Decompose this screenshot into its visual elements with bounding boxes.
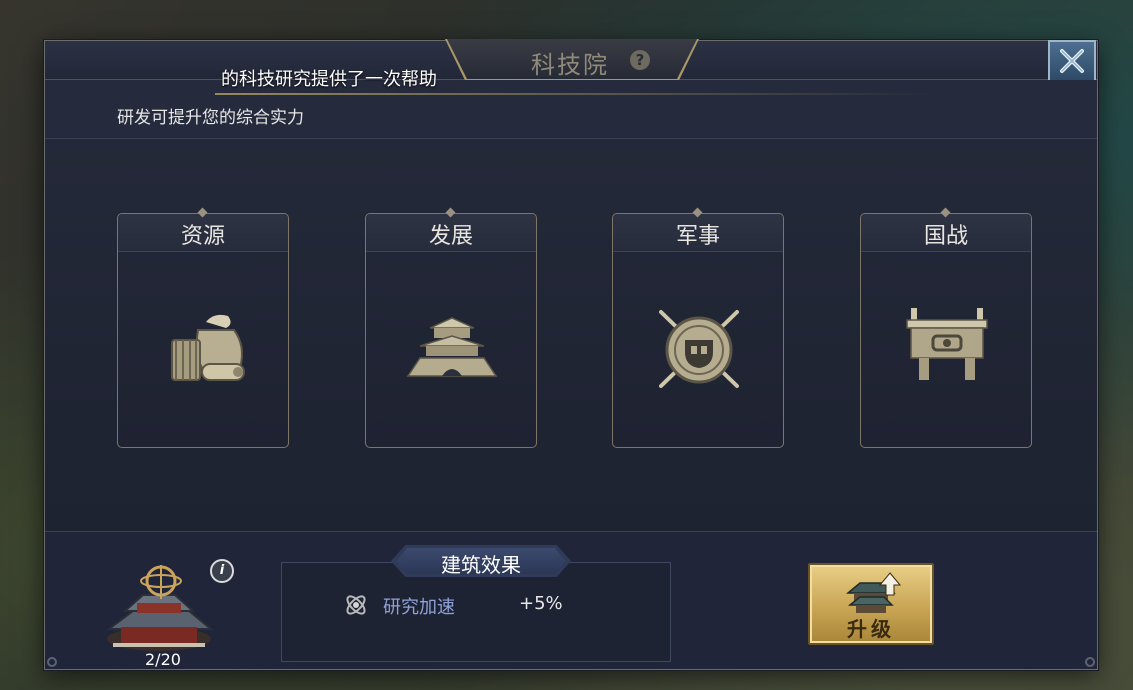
close-icon	[1060, 49, 1084, 73]
resource-sacks-icon	[171, 314, 245, 381]
corner-ornament	[47, 657, 57, 667]
academy-building-icon[interactable]	[103, 559, 215, 654]
academy-window: 科技院 ? 的科技研究提供了一次帮助 研发可提升您的综合实力 资源 发展 军事 …	[44, 39, 1098, 670]
building-upgrade-arrow-icon	[846, 572, 902, 613]
close-button[interactable]	[1048, 40, 1096, 82]
building-info-icon[interactable]: i	[210, 559, 234, 583]
category-label: 军事	[675, 224, 720, 249]
category-card-development[interactable]: 发展	[365, 207, 537, 448]
upgrade-button[interactable]: 升级	[808, 563, 934, 645]
category-label: 发展	[428, 224, 473, 249]
building-level: 2/20	[145, 650, 181, 669]
category-label: 资源	[180, 224, 225, 249]
category-label: 国战	[923, 224, 968, 249]
bronze-ding-cauldron-icon	[906, 308, 988, 380]
category-card-resources[interactable]: 资源	[117, 207, 289, 448]
research-atom-icon	[346, 595, 366, 615]
effect-name: 研究加速	[383, 597, 455, 618]
window-title: 科技院	[531, 51, 609, 79]
help-notice: 的科技研究提供了一次帮助	[221, 69, 437, 90]
category-card-national-war[interactable]: 国战	[860, 207, 1032, 448]
notice-underline	[215, 93, 935, 95]
upgrade-label: 升级	[847, 617, 895, 641]
palace-gate-icon	[406, 317, 498, 377]
effect-value: +5%	[519, 593, 563, 614]
help-icon[interactable]: ?	[630, 50, 650, 70]
corner-ornament	[1085, 657, 1095, 667]
crossed-swords-shield-icon	[659, 310, 739, 388]
category-card-military[interactable]: 军事	[612, 207, 784, 448]
effect-title: 建筑效果	[441, 553, 521, 577]
subtitle: 研发可提升您的综合实力	[117, 108, 304, 128]
